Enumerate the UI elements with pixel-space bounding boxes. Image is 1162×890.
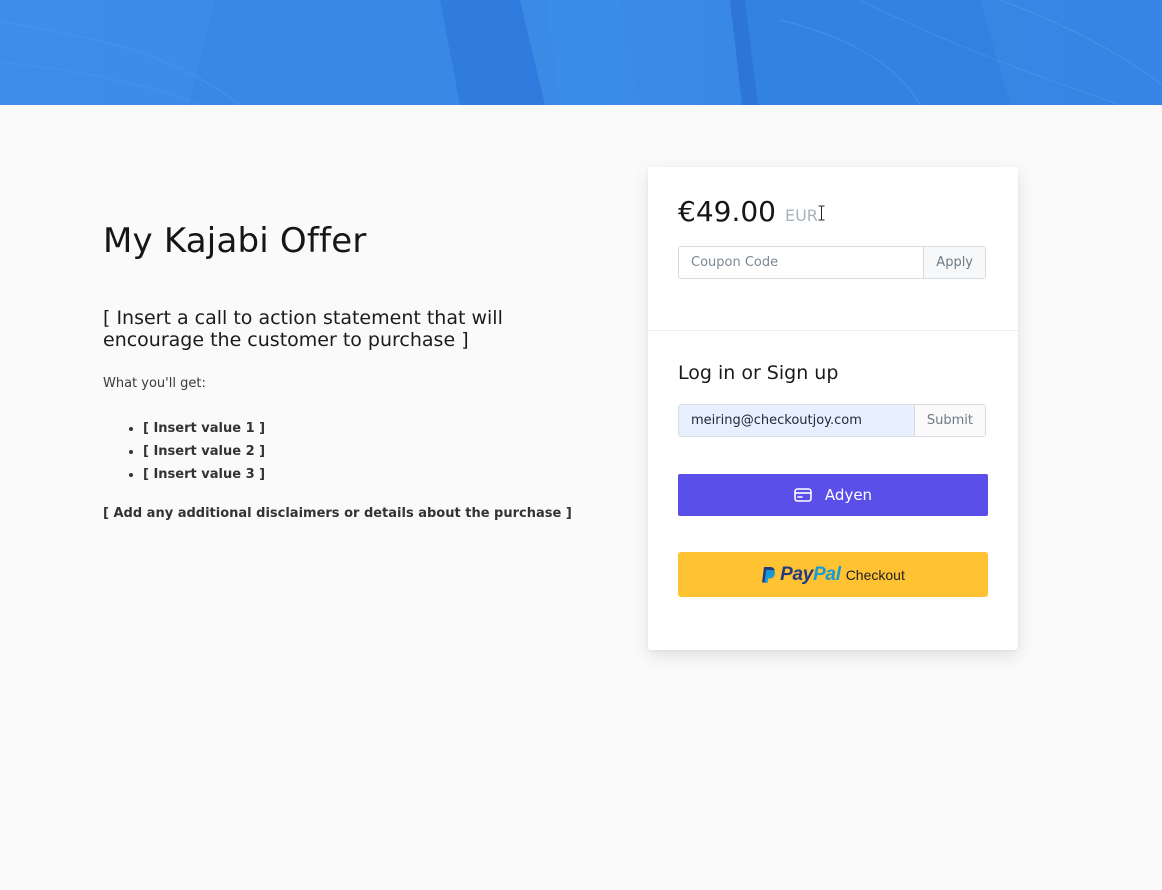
coupon-group: Apply — [678, 246, 986, 279]
text-cursor-icon — [818, 205, 825, 225]
adyen-pay-button[interactable]: Adyen — [678, 474, 988, 516]
hero-banner — [0, 0, 1162, 105]
offer-details: My Kajabi Offer [ Insert a call to actio… — [103, 218, 573, 521]
call-to-action: [ Insert a call to action statement that… — [103, 307, 503, 351]
adyen-button-label: Adyen — [824, 486, 873, 504]
benefits-list: [ Insert value 1 ] [ Insert value 2 ] [ … — [103, 417, 573, 486]
submit-email-button[interactable]: Submit — [913, 405, 985, 436]
currency-label: EUR — [784, 206, 818, 225]
what-you-get-label: What you'll get: — [103, 376, 206, 391]
paypal-button-label: Checkout — [845, 566, 905, 583]
offer-title: My Kajabi Offer — [103, 221, 367, 261]
apply-coupon-button[interactable]: Apply — [923, 247, 985, 278]
list-item: [ Insert value 1 ] — [143, 417, 573, 440]
paypal-wordmark-pay: Pay — [780, 563, 814, 585]
login-heading: Log in or Sign up — [678, 362, 839, 384]
checkout-card: €49.00 EUR Apply Log in or Sign up Submi… — [648, 167, 1018, 650]
paypal-logo-icon — [761, 566, 776, 584]
section-divider — [648, 330, 1018, 331]
paypal-wordmark-pal: Pal — [813, 563, 841, 585]
credit-card-icon — [794, 488, 812, 502]
disclaimer: [ Add any additional disclaimers or deta… — [103, 506, 572, 521]
list-item: [ Insert value 3 ] — [143, 463, 573, 486]
list-item: [ Insert value 2 ] — [143, 440, 573, 463]
email-input[interactable] — [679, 405, 914, 436]
email-group: Submit — [678, 404, 986, 437]
price: €49.00 — [678, 195, 776, 228]
paypal-checkout-button[interactable]: Pay Pal Checkout — [678, 552, 988, 597]
price-row: €49.00 EUR — [678, 195, 825, 228]
coupon-input[interactable] — [679, 247, 924, 278]
